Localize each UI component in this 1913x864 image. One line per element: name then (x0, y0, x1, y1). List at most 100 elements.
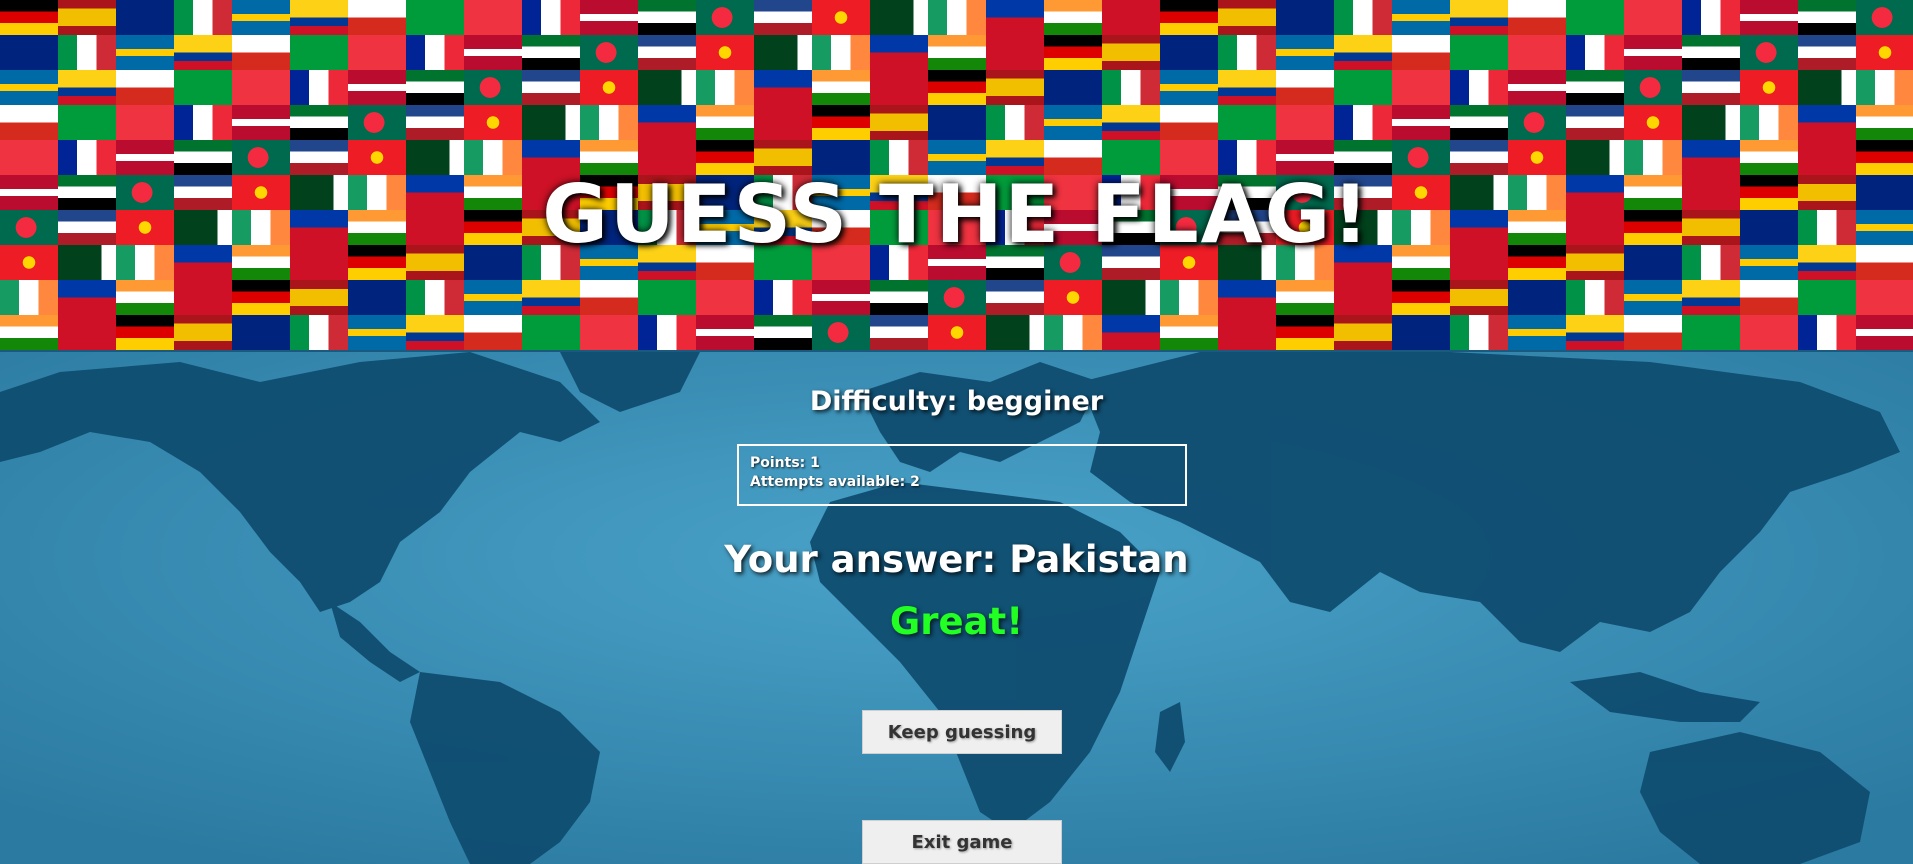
flag-tile (0, 105, 58, 140)
flag-tile (1740, 105, 1798, 140)
flag-tile (1392, 315, 1450, 350)
flag-tile (348, 70, 406, 105)
flag-tile (1044, 35, 1102, 70)
flag-tile (58, 35, 116, 70)
flag-tile (812, 105, 870, 140)
flag-tile (174, 315, 232, 350)
flag-tile (116, 280, 174, 315)
flag-tile (464, 105, 522, 140)
flag-tile (1624, 35, 1682, 70)
flag-tile (1334, 105, 1392, 140)
flag-tile (1160, 105, 1218, 140)
flag-tile (1508, 280, 1566, 315)
flag-tile (696, 70, 754, 105)
game-title: GUESS THE FLAG! (542, 168, 1371, 261)
flag-tile (406, 0, 464, 35)
flag-tile (522, 35, 580, 70)
flag-tile (232, 70, 290, 105)
flag-tile (1044, 105, 1102, 140)
flag-tile (232, 35, 290, 70)
flag-tile (1276, 315, 1334, 350)
flag-tile (1044, 0, 1102, 35)
flag-tile (58, 315, 116, 350)
flag-tile (1566, 35, 1624, 70)
flag-tile (580, 0, 638, 35)
flag-tile (638, 35, 696, 70)
flag-tile (232, 315, 290, 350)
flag-tile (1392, 0, 1450, 35)
flag-tile (1276, 35, 1334, 70)
flag-tile (638, 0, 696, 35)
flag-tile (1624, 70, 1682, 105)
flag-tile (174, 0, 232, 35)
flag-tile (116, 105, 174, 140)
flag-tile (522, 70, 580, 105)
flag-tile (58, 70, 116, 105)
flag-tile (1508, 35, 1566, 70)
flag-tile (1334, 70, 1392, 105)
exit-game-button[interactable]: Exit game (862, 820, 1062, 864)
flag-tile (870, 280, 928, 315)
flag-tile (464, 0, 522, 35)
flag-tile (870, 105, 928, 140)
flag-tile (928, 0, 986, 35)
flag-tile (116, 315, 174, 350)
flag-tile (1450, 0, 1508, 35)
flag-tile (116, 35, 174, 70)
flag-tile (1218, 105, 1276, 140)
flag-tile (1740, 280, 1798, 315)
flag-tile (1044, 315, 1102, 350)
flag-tile (1798, 70, 1856, 105)
flag-tile (1450, 315, 1508, 350)
flag-tile (1566, 70, 1624, 105)
flag-tile (1624, 315, 1682, 350)
flag-tile (638, 280, 696, 315)
flag-tile (580, 35, 638, 70)
flag-tile (174, 280, 232, 315)
flag-tile (1450, 70, 1508, 105)
flag-tile (928, 105, 986, 140)
flag-tile (1160, 280, 1218, 315)
flag-tile (812, 315, 870, 350)
flag-tile (1798, 315, 1856, 350)
flag-tile (290, 70, 348, 105)
flag-tile (986, 35, 1044, 70)
flag-tile (1160, 35, 1218, 70)
flag-tile (116, 0, 174, 35)
flag-tile (464, 315, 522, 350)
flag-tile (1392, 70, 1450, 105)
game-panel: Difficulty: begginer Points: 1 Attempts … (0, 352, 1913, 864)
flag-tile (348, 105, 406, 140)
flag-tile (1624, 105, 1682, 140)
flag-tile (58, 280, 116, 315)
flag-tile (1798, 280, 1856, 315)
flag-tile (522, 105, 580, 140)
flag-tile (812, 0, 870, 35)
flag-tile (1682, 105, 1740, 140)
flag-tile (174, 105, 232, 140)
flag-tile (580, 70, 638, 105)
flag-tile (406, 315, 464, 350)
flag-tile (986, 280, 1044, 315)
flag-tile (1160, 70, 1218, 105)
flag-tile (870, 0, 928, 35)
flag-tile (1566, 280, 1624, 315)
flag-tile (1566, 315, 1624, 350)
flag-tile (1740, 35, 1798, 70)
flag-tile (1218, 35, 1276, 70)
flag-tile (1740, 0, 1798, 35)
flag-tile (580, 280, 638, 315)
flag-tile (290, 315, 348, 350)
flag-tile (464, 70, 522, 105)
flag-tile (232, 0, 290, 35)
flag-tile (1450, 35, 1508, 70)
flag-tile (290, 0, 348, 35)
flag-tile (0, 0, 58, 35)
flag-tile (1218, 0, 1276, 35)
flag-tile (986, 0, 1044, 35)
flag-tile (1276, 280, 1334, 315)
flag-tile (1798, 105, 1856, 140)
keep-guessing-button[interactable]: Keep guessing (862, 710, 1062, 754)
flag-tile (232, 280, 290, 315)
flag-tile (1856, 0, 1913, 35)
